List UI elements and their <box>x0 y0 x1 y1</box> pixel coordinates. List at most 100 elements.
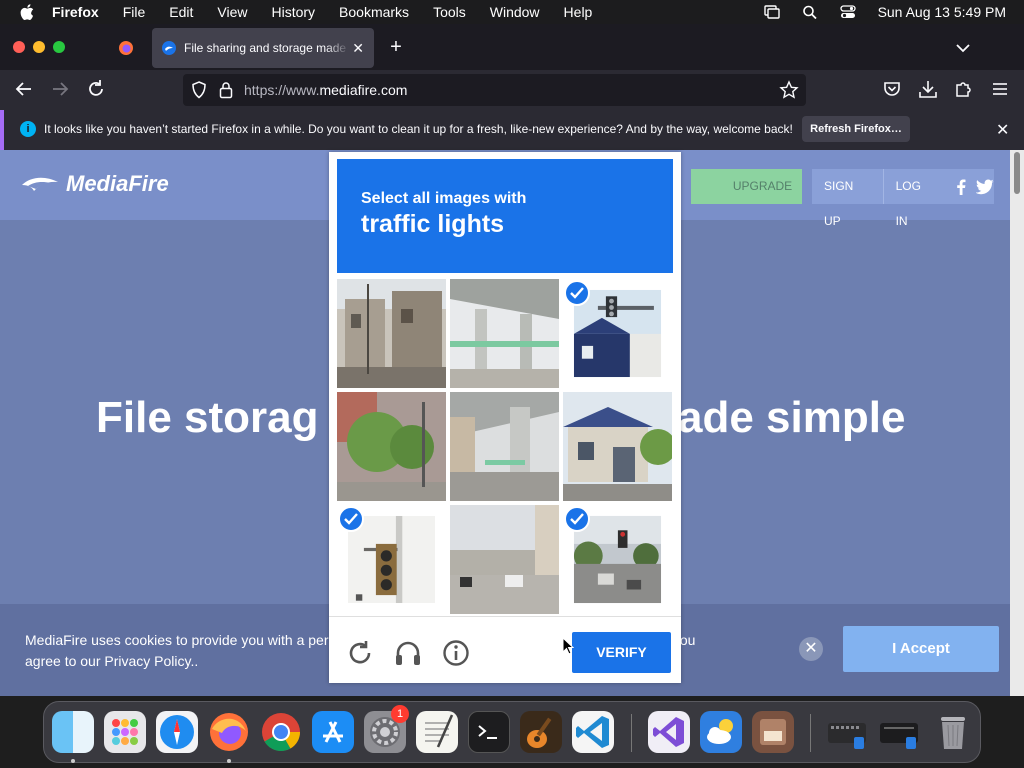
documents-stack-dock-icon[interactable] <box>878 711 920 753</box>
vscode-dock-icon[interactable] <box>572 711 614 753</box>
macos-dock <box>43 701 981 763</box>
secure-lock-icon[interactable] <box>219 81 233 99</box>
pocket-icon[interactable] <box>881 78 903 100</box>
app-store-dock-icon[interactable] <box>312 711 354 753</box>
notification-message: It looks like you haven’t started Firefo… <box>44 122 793 136</box>
terminal-dock-icon[interactable] <box>468 711 510 753</box>
scrollbar-thumb[interactable] <box>1014 152 1020 194</box>
accept-cookies-button[interactable]: I Accept <box>843 626 999 672</box>
captcha-tile-6[interactable] <box>563 392 672 501</box>
firefox-tab-icon <box>119 41 133 55</box>
reload-icon[interactable] <box>85 78 107 100</box>
overpass-image <box>450 279 559 388</box>
settings-notification-badge: 1 <box>391 705 409 723</box>
twitter-icon[interactable] <box>976 179 994 195</box>
log-in-link[interactable]: LOG IN <box>884 169 946 228</box>
window-zoom-button[interactable] <box>53 41 65 53</box>
preview-app-dock-icon[interactable] <box>752 711 794 753</box>
hero-text-left: File storag <box>96 393 319 442</box>
list-all-tabs-icon[interactable] <box>953 38 973 58</box>
menu-tools[interactable]: Tools <box>433 4 466 20</box>
firefox-running-indicator <box>227 759 231 763</box>
menu-help[interactable]: Help <box>564 4 593 20</box>
captcha-tile-8[interactable] <box>450 505 559 614</box>
menu-app-name[interactable]: Firefox <box>52 4 99 20</box>
sign-up-link[interactable]: SIGN UP <box>812 169 884 228</box>
mouse-pointer-icon <box>562 637 574 655</box>
back-arrow-icon[interactable] <box>13 78 35 100</box>
facebook-icon[interactable] <box>956 179 966 195</box>
window-minimize-button[interactable] <box>33 41 45 53</box>
refresh-challenge-icon[interactable] <box>346 639 374 667</box>
street-trees-image <box>337 392 446 501</box>
firefox-dock-icon[interactable] <box>208 711 250 753</box>
cookie-text-line1: MediaFire uses cookies to provide you wi… <box>25 632 344 648</box>
menu-file[interactable]: File <box>123 4 146 20</box>
tab-title: File sharing and storage made simple <box>184 41 350 55</box>
mediafire-flame-icon <box>22 177 58 191</box>
spotlight-search-icon[interactable] <box>802 5 818 19</box>
road-scene-image <box>450 505 559 614</box>
street-buildings-image <box>337 279 446 388</box>
menu-history[interactable]: History <box>271 4 315 20</box>
mediafire-favicon-icon <box>162 41 176 55</box>
tile-9-selected-check-icon <box>564 506 590 532</box>
menu-edit[interactable]: Edit <box>169 4 193 20</box>
logo-text: MediaFire <box>66 171 169 196</box>
captcha-instruction: Select all images with <box>361 190 527 207</box>
macos-menubar: Firefox File Edit View History Bookmarks… <box>0 0 1024 24</box>
menu-window[interactable]: Window <box>490 4 540 20</box>
visual-studio-dock-icon[interactable] <box>648 711 690 753</box>
upgrade-button[interactable]: UPGRADE <box>691 169 802 204</box>
chrome-dock-icon[interactable] <box>260 711 302 753</box>
cookie-dismiss-close-icon[interactable]: ✕ <box>799 637 823 661</box>
bookmark-star-icon[interactable] <box>779 80 799 100</box>
menubar-clock[interactable]: Sun Aug 13 5:49 PM <box>878 4 1006 20</box>
app-menu-hamburger-icon[interactable] <box>989 78 1011 100</box>
new-tab-button[interactable]: + <box>385 36 407 58</box>
forward-arrow-icon[interactable] <box>49 78 71 100</box>
tile-7-selected-check-icon <box>338 506 364 532</box>
address-bar[interactable]: https://www.mediafire.com <box>183 74 806 106</box>
screen-mirroring-icon[interactable] <box>763 5 780 19</box>
dock-separator-2 <box>810 714 811 752</box>
menu-bookmarks[interactable]: Bookmarks <box>339 4 409 20</box>
captcha-tile-4[interactable] <box>337 392 446 501</box>
house-street-image <box>563 392 672 501</box>
traffic-light-image <box>573 289 662 378</box>
safari-dock-icon[interactable] <box>156 711 198 753</box>
pinned-firefox-tab[interactable] <box>110 34 142 62</box>
launchpad-dock-icon[interactable] <box>104 711 146 753</box>
tab-close-icon[interactable]: ✕ <box>352 40 364 57</box>
apple-menu-icon[interactable] <box>20 4 34 20</box>
traffic-light-closeup-image <box>347 515 436 604</box>
tracking-protection-shield-icon[interactable] <box>191 81 207 99</box>
extensions-icon[interactable] <box>953 78 975 100</box>
menu-view[interactable]: View <box>217 4 247 20</box>
garageband-dock-icon[interactable] <box>520 711 562 753</box>
downloads-stack-dock-icon[interactable] <box>826 711 868 753</box>
page-scrollbar[interactable] <box>1010 150 1024 696</box>
tab-mediafire[interactable]: File sharing and storage made simple ✕ <box>152 28 374 68</box>
trash-dock-icon[interactable] <box>932 711 974 753</box>
captcha-target-label: traffic lights <box>361 210 505 238</box>
control-center-icon[interactable] <box>839 5 856 19</box>
audio-challenge-headphones-icon[interactable] <box>394 639 422 667</box>
captcha-tile-1[interactable] <box>337 279 446 388</box>
captcha-tile-5[interactable] <box>450 392 559 501</box>
window-close-button[interactable] <box>13 41 25 53</box>
privacy-policy-text[interactable]: agree to our Privacy Policy.. <box>25 653 198 669</box>
captcha-tile-2[interactable] <box>450 279 559 388</box>
info-icon: i <box>20 121 36 137</box>
notification-close-icon[interactable]: ✕ <box>996 120 1009 140</box>
info-help-icon[interactable] <box>442 639 470 667</box>
finder-dock-icon[interactable] <box>52 711 94 753</box>
textedit-dock-icon[interactable] <box>416 711 458 753</box>
highway-pillar-image <box>450 392 559 501</box>
downloads-icon[interactable] <box>917 78 939 100</box>
tile-3-selected-check-icon <box>564 280 590 306</box>
mediafire-logo[interactable]: MediaFire <box>20 171 169 197</box>
verify-button[interactable]: VERIFY <box>572 632 671 673</box>
refresh-firefox-button[interactable]: Refresh Firefox… <box>802 116 910 142</box>
weather-dock-icon[interactable] <box>700 711 742 753</box>
